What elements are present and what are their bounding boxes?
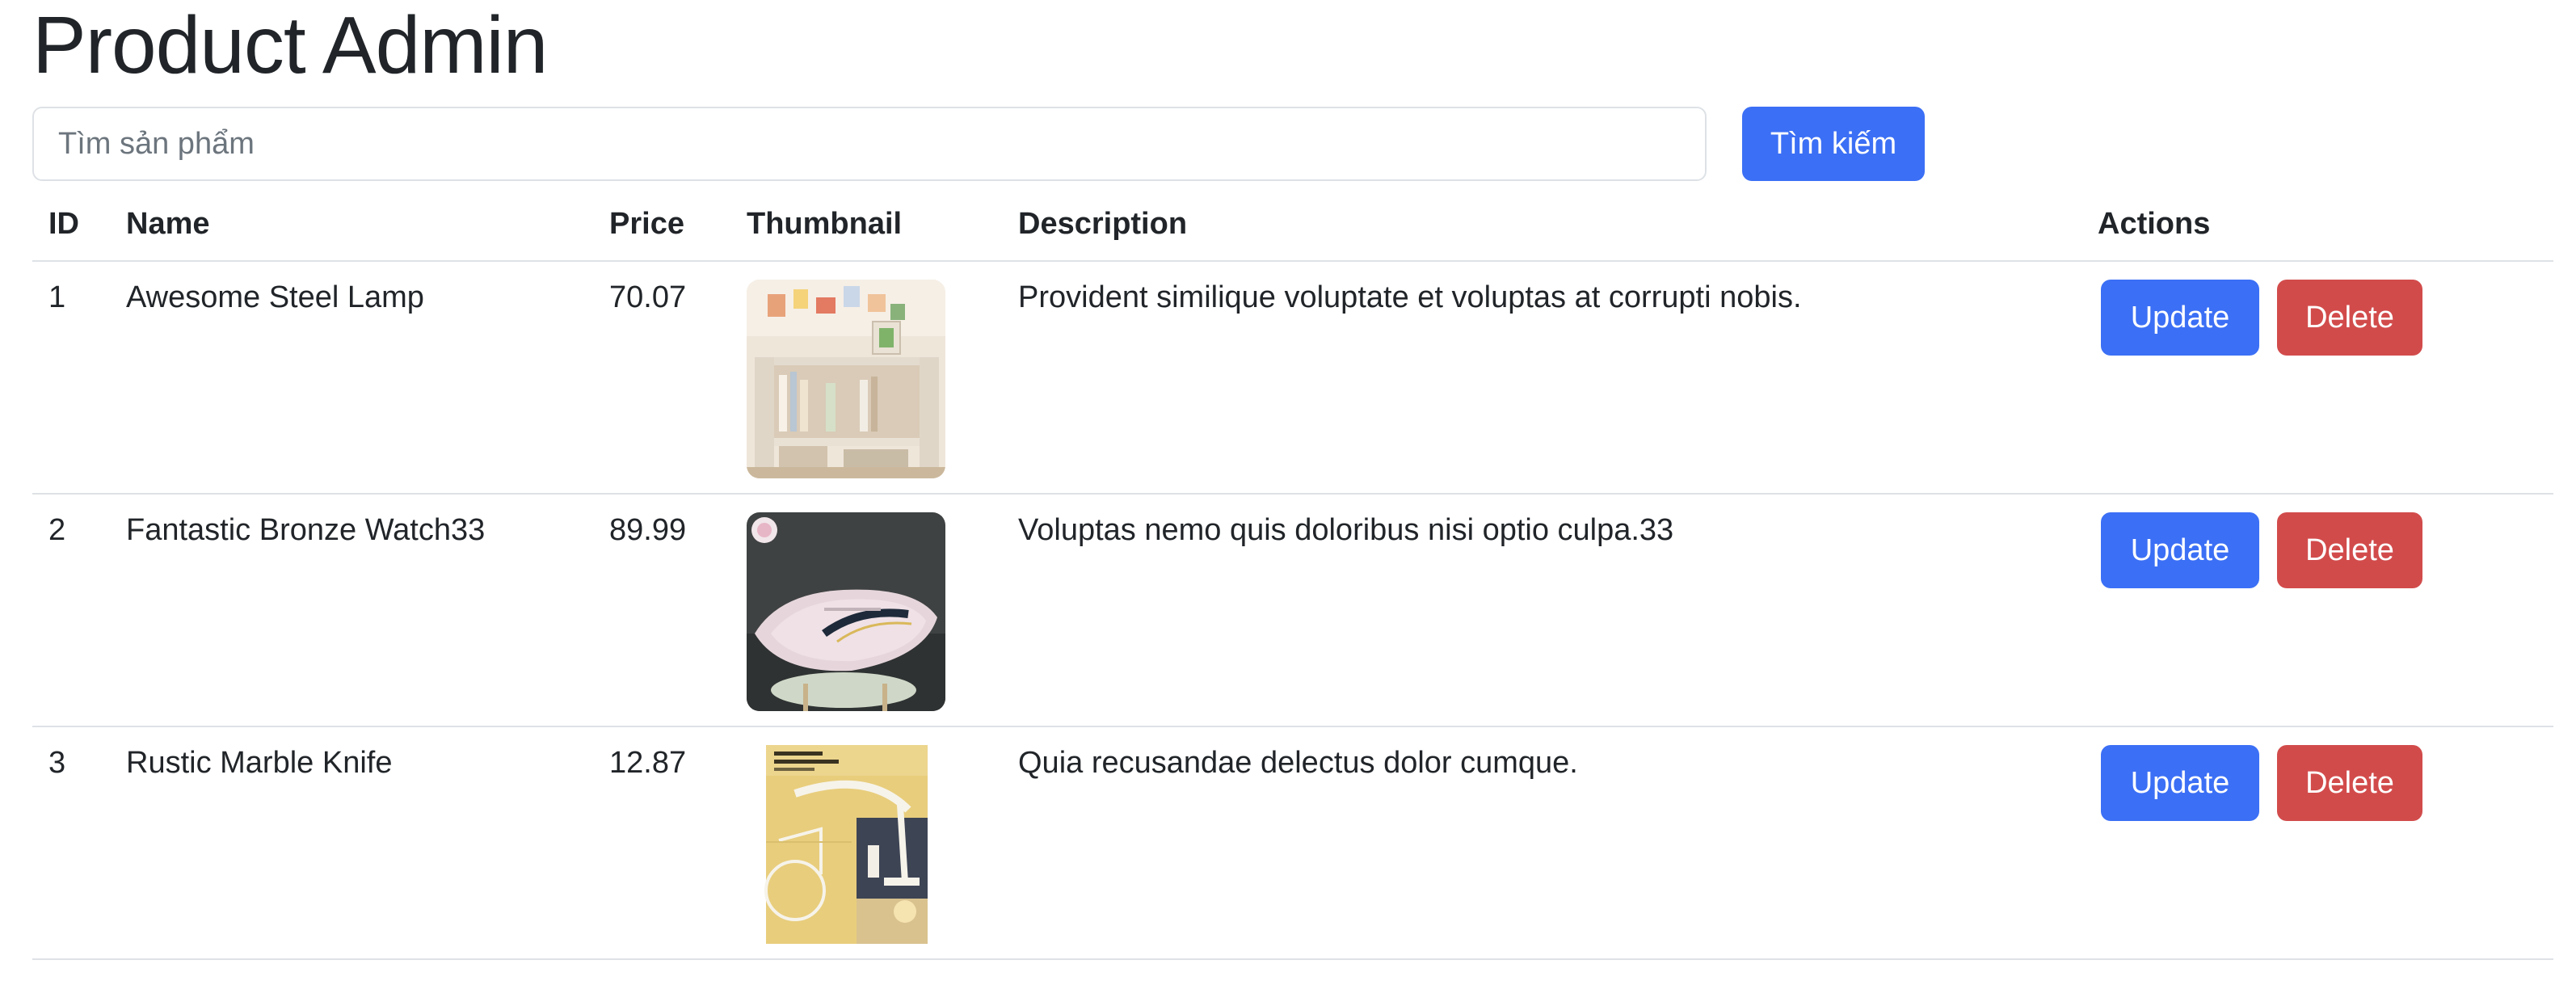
product-description: Quia recusandae delectus dolor cumque.	[1002, 726, 2081, 960]
product-actions-cell: Update Delete	[2081, 261, 2553, 495]
product-name: Rustic Marble Knife	[110, 726, 593, 960]
product-actions-cell: Update Delete	[2081, 726, 2553, 960]
product-id: 2	[32, 494, 110, 727]
bookshelf-photo-icon	[747, 280, 945, 478]
products-table: ID Name Price Thumbnail Description Acti…	[32, 187, 2553, 960]
delete-button[interactable]: Delete	[2277, 745, 2422, 821]
column-header-id: ID	[32, 187, 110, 262]
table-row: 2 Fantastic Bronze Watch33 89.99 Volupta…	[32, 494, 2553, 727]
update-button[interactable]: Update	[2101, 512, 2259, 588]
product-price: 12.87	[593, 726, 730, 960]
update-button[interactable]: Update	[2101, 280, 2259, 356]
column-header-name: Name	[110, 187, 593, 262]
column-header-price: Price	[593, 187, 730, 262]
product-price: 70.07	[593, 261, 730, 495]
update-button[interactable]: Update	[2101, 745, 2259, 821]
page-title: Product Admin	[32, 0, 548, 91]
product-name: Awesome Steel Lamp	[110, 261, 593, 495]
table-row: 1 Awesome Steel Lamp 70.07 Provident sim…	[32, 261, 2553, 495]
product-name: Fantastic Bronze Watch33	[110, 494, 593, 727]
product-id: 1	[32, 261, 110, 495]
product-actions-cell: Update Delete	[2081, 494, 2553, 727]
product-thumbnail-cell	[730, 494, 1002, 727]
product-thumbnail-cell	[730, 261, 1002, 495]
product-price: 89.99	[593, 494, 730, 727]
product-description: Provident similique voluptate et volupta…	[1002, 261, 2081, 495]
desk-lamp-photo-icon	[747, 745, 945, 944]
delete-button[interactable]: Delete	[2277, 280, 2422, 356]
table-header-row: ID Name Price Thumbnail Description Acti…	[32, 187, 2553, 262]
delete-button[interactable]: Delete	[2277, 512, 2422, 588]
column-header-thumbnail: Thumbnail	[730, 187, 1002, 262]
table-header: ID Name Price Thumbnail Description Acti…	[32, 187, 2553, 262]
product-thumbnail-cell	[730, 726, 1002, 960]
column-header-description: Description	[1002, 187, 2081, 262]
search-input[interactable]	[32, 107, 1707, 181]
table-body: 1 Awesome Steel Lamp 70.07 Provident sim…	[32, 261, 2553, 960]
column-header-actions: Actions	[2081, 187, 2553, 262]
product-id: 3	[32, 726, 110, 960]
product-description: Voluptas nemo quis doloribus nisi optio …	[1002, 494, 2081, 727]
search-button[interactable]: Tìm kiếm	[1742, 107, 1925, 181]
table-row: 3 Rustic Marble Knife 12.87 Quia recusan…	[32, 726, 2553, 960]
pillow-photo-icon	[747, 512, 945, 711]
